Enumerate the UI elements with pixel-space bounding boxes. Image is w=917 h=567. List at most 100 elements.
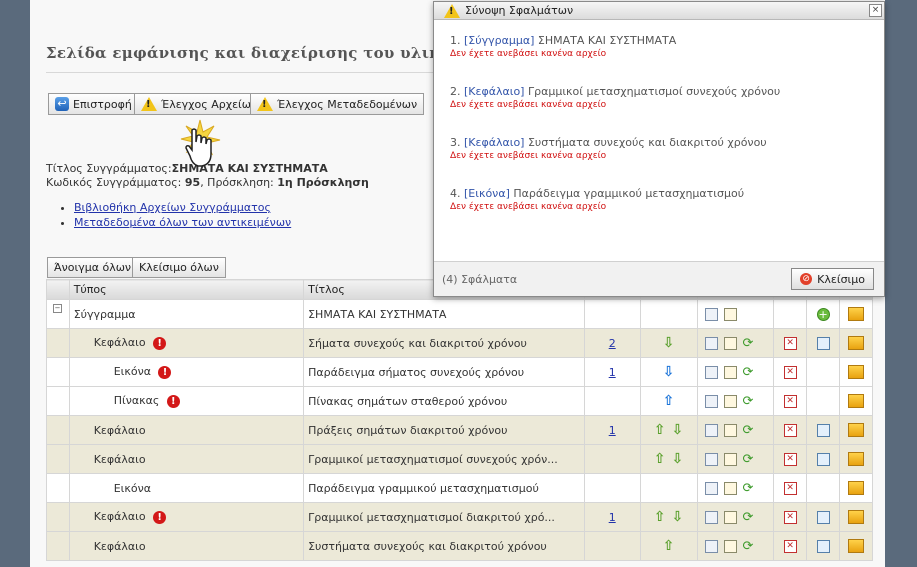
count-link[interactable]: 1 xyxy=(609,511,616,524)
sync-icon[interactable]: ⟳ xyxy=(743,365,754,380)
collapse-all-button[interactable]: Κλείσιμο όλων xyxy=(132,257,226,278)
view-document-icon[interactable] xyxy=(704,394,718,408)
view-document-icon[interactable] xyxy=(704,539,718,553)
delete-cell: ✕ xyxy=(773,531,808,561)
dialog-close-button[interactable]: ⊘ Κλείσιμο xyxy=(791,268,874,290)
move-up-icon[interactable]: ⇧ xyxy=(663,538,675,554)
list-item: Βιβλιοθήκη Αρχείων Συγγράμματος xyxy=(74,200,291,215)
move-down-icon[interactable]: ⇩ xyxy=(672,509,684,525)
upload-folder-icon[interactable] xyxy=(848,394,864,408)
collapse-toggle-icon[interactable]: − xyxy=(53,304,62,313)
type-col-header[interactable]: Τύπος xyxy=(68,279,305,300)
content-table: Τύπος Τίτλος Δ − Σύγγραμμα ΣΗΜΑΤΑ ΚΑΙ ΣΥ… xyxy=(46,279,873,561)
sync-icon[interactable]: ⟳ xyxy=(743,394,754,409)
view-document-icon[interactable] xyxy=(704,452,718,466)
edit-icon[interactable] xyxy=(723,452,737,466)
type-cell: Κεφάλαιο xyxy=(68,531,305,561)
upload-folder-icon[interactable] xyxy=(848,481,864,495)
sync-icon[interactable]: ⟳ xyxy=(743,336,754,351)
table-row: Εικόνα Παράδειγμα γραμμικού μετασχηματισ… xyxy=(46,473,873,503)
error-name: Συστήματα συνεχούς και διακριτού χρόνου xyxy=(527,136,767,149)
num-cell: 1 xyxy=(583,502,641,532)
move-down-icon[interactable]: ⇩ xyxy=(672,422,684,438)
error-icon: ! xyxy=(158,365,172,379)
row-type: Κεφάλαιο xyxy=(93,452,146,466)
upload-folder-icon[interactable] xyxy=(848,365,864,379)
delete-icon[interactable]: ✕ xyxy=(783,539,797,553)
view-document-icon[interactable] xyxy=(704,336,718,350)
book-code-value: 95 xyxy=(184,176,201,189)
sync-icon[interactable]: ⟳ xyxy=(743,539,754,554)
type-wrap: Σύγγραμμα xyxy=(74,308,136,321)
upload-folder-icon[interactable] xyxy=(848,452,864,466)
properties-icon[interactable] xyxy=(816,423,830,437)
upload-folder-icon[interactable] xyxy=(848,510,864,524)
view-document-icon[interactable] xyxy=(704,423,718,437)
view-document-icon[interactable] xyxy=(704,510,718,524)
edit-icon[interactable] xyxy=(723,365,737,379)
edit-icon[interactable] xyxy=(723,336,737,350)
type-cell: Πίνακας ! xyxy=(68,386,305,416)
delete-icon[interactable]: ✕ xyxy=(783,510,797,524)
move-up-icon[interactable]: ⇧ xyxy=(654,422,666,438)
edit-icon[interactable] xyxy=(723,423,737,437)
expand-all-button[interactable]: Άνοιγμα όλων xyxy=(47,257,139,278)
page-title: Σελίδα εμφάνισης και διαχείρισης του υλι… xyxy=(46,44,499,62)
edit-icon[interactable] xyxy=(723,394,737,408)
edit-icon[interactable] xyxy=(723,481,737,495)
count-link[interactable]: 1 xyxy=(609,366,616,379)
dialog-close-label: Κλείσιμο xyxy=(817,272,865,286)
upload-folder-icon[interactable] xyxy=(848,423,864,437)
move-down-icon[interactable]: ⇩ xyxy=(663,364,675,380)
delete-cell: ✕ xyxy=(773,328,808,358)
sync-icon[interactable]: ⟳ xyxy=(743,452,754,467)
upload-folder-icon[interactable] xyxy=(848,307,864,321)
delete-icon[interactable]: ✕ xyxy=(783,365,797,379)
check-files-button[interactable]: Έλεγχος Αρχείων xyxy=(134,93,265,115)
move-down-icon[interactable]: ⇩ xyxy=(672,451,684,467)
library-link[interactable]: Βιβλιοθήκη Αρχείων Συγγράμματος xyxy=(74,201,271,214)
props-cell xyxy=(806,502,840,532)
num-cell: 1 xyxy=(583,415,641,445)
metadata-link[interactable]: Μεταδεδομένα όλων των αντικειμένων xyxy=(74,216,291,229)
count-link[interactable]: 1 xyxy=(609,424,616,437)
view-document-icon[interactable] xyxy=(704,365,718,379)
edit-icon[interactable] xyxy=(723,510,737,524)
properties-icon[interactable] xyxy=(816,539,830,553)
back-button[interactable]: ↩ Επιστροφή xyxy=(48,93,139,115)
row-type: Σύγγραμμα xyxy=(73,307,136,321)
move-up-icon[interactable]: ⇧ xyxy=(654,451,666,467)
move-up-icon[interactable]: ⇧ xyxy=(654,509,666,525)
row-type: Πίνακας xyxy=(113,394,160,408)
error-message: Δεν έχετε ανεβάσει κανένα αρχείο xyxy=(450,100,607,110)
properties-icon[interactable] xyxy=(816,510,830,524)
delete-icon[interactable]: ✕ xyxy=(783,481,797,495)
props-cell xyxy=(806,328,840,358)
sync-icon[interactable]: ⟳ xyxy=(743,510,754,525)
delete-icon[interactable]: ✕ xyxy=(783,394,797,408)
props-cell xyxy=(806,386,840,416)
error-list: 1. [Σύγγραμμα] ΣΗΜΑΤΑ ΚΑΙ ΣΥΣΤΗΜΑΤΑ Δεν … xyxy=(450,34,780,238)
move-up-icon[interactable]: ⇧ xyxy=(663,393,675,409)
edit-icon[interactable] xyxy=(723,539,737,553)
error-message: Δεν έχετε ανεβάσει κανένα αρχείο xyxy=(450,49,607,59)
count-link[interactable]: 2 xyxy=(609,337,616,350)
upload-folder-icon[interactable] xyxy=(848,539,864,553)
sync-icon[interactable]: ⟳ xyxy=(743,481,754,496)
row-type: Κεφάλαιο xyxy=(93,510,146,524)
check-metadata-button[interactable]: Έλεγχος Μεταδεδομένων xyxy=(250,93,425,115)
sync-icon[interactable]: ⟳ xyxy=(743,423,754,438)
delete-icon[interactable]: ✕ xyxy=(783,423,797,437)
delete-icon[interactable]: ✕ xyxy=(783,452,797,466)
close-icon[interactable]: × xyxy=(869,4,882,17)
row-type: Εικόνα xyxy=(113,481,151,495)
upload-folder-icon[interactable] xyxy=(848,336,864,350)
edit-icon[interactable] xyxy=(723,307,737,321)
view-document-icon[interactable] xyxy=(704,481,718,495)
properties-icon[interactable] xyxy=(816,452,830,466)
add-icon[interactable]: + xyxy=(816,307,830,321)
view-document-icon[interactable] xyxy=(704,307,718,321)
delete-icon[interactable]: ✕ xyxy=(783,336,797,350)
move-down-icon[interactable]: ⇩ xyxy=(663,335,675,351)
properties-icon[interactable] xyxy=(816,336,830,350)
